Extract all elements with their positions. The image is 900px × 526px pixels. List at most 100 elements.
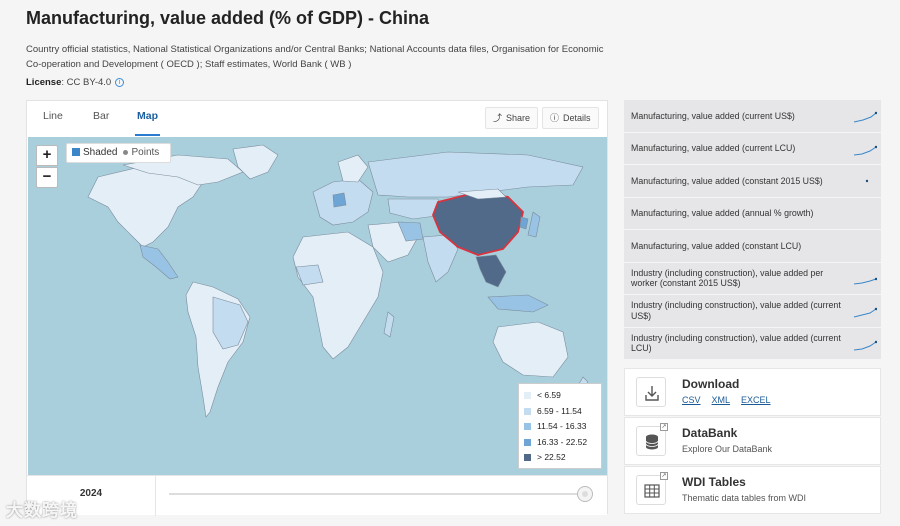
- wdi-tables-card[interactable]: ↗ WDI Tables Thematic data tables from W…: [624, 466, 881, 514]
- info-icon[interactable]: i: [115, 77, 125, 87]
- external-link-icon: ↗: [660, 423, 668, 431]
- country-germany: [332, 192, 347, 208]
- legend-swatch: [524, 407, 531, 415]
- related-indicator[interactable]: Manufacturing, value added (current US$): [624, 100, 881, 133]
- related-indicator[interactable]: Manufacturing, value added (constant LCU…: [624, 230, 881, 263]
- mode-shaded-option[interactable]: Shaded: [72, 144, 117, 162]
- page-title: Manufacturing, value added (% of GDP) - …: [26, 8, 430, 28]
- country-japan: [527, 211, 541, 238]
- related-indicator-label: Manufacturing, value added (annual % gro…: [631, 208, 814, 218]
- related-indicator[interactable]: Manufacturing, value added (constant 201…: [624, 165, 881, 198]
- sparkline-icon: [865, 179, 869, 183]
- shaded-icon: [72, 148, 80, 157]
- databank-subtitle: Explore Our DataBank: [682, 444, 773, 454]
- related-indicator-label: Manufacturing, value added (current US$): [631, 110, 795, 121]
- chart-panel: Line Bar Map ⤴ Share ⓘ Details + − Shade…: [26, 100, 608, 516]
- legend-row: > 22.52: [524, 450, 596, 466]
- tab-line[interactable]: Line: [41, 101, 65, 136]
- share-button[interactable]: ⤴ Share: [485, 107, 539, 129]
- sparkline-icon: [853, 307, 877, 318]
- related-indicator[interactable]: Industry (including construction), value…: [624, 327, 881, 360]
- legend-row: < 6.59: [524, 388, 596, 404]
- info-circle-icon: ⓘ: [550, 113, 560, 123]
- table-icon: ↗: [636, 472, 668, 505]
- download-icon: [636, 377, 666, 407]
- share-label: Share: [506, 113, 531, 123]
- legend-label: 11.54 - 16.33: [537, 421, 587, 431]
- country-mexico: [139, 244, 179, 280]
- mode-shaded-label: Shaded: [83, 147, 118, 158]
- country-southeast-asia: [475, 254, 507, 288]
- related-indicators-list: Manufacturing, value added (current US$)…: [624, 100, 881, 360]
- wdi-tables-title: WDI Tables: [682, 475, 746, 489]
- download-excel-link[interactable]: EXCEL: [741, 395, 771, 405]
- country-australia: [492, 321, 569, 378]
- map-legend: < 6.59 6.59 - 11.54 11.54 - 16.33 16.33 …: [518, 383, 602, 469]
- related-indicator-label: Manufacturing, value added (current LCU): [631, 143, 796, 153]
- related-indicator-label: Manufacturing, value added (constant 201…: [631, 175, 823, 186]
- legend-row: 16.33 - 22.52: [524, 435, 596, 451]
- zoom-out-button[interactable]: −: [36, 167, 58, 188]
- year-slider-track[interactable]: [169, 493, 585, 495]
- wdi-tables-subtitle: Thematic data tables from WDI: [682, 493, 807, 503]
- country-madagascar: [383, 311, 395, 338]
- mode-points-label: Points: [131, 147, 160, 158]
- legend-label: > 22.52: [537, 452, 566, 462]
- databank-card[interactable]: ↗ DataBank Explore Our DataBank: [624, 417, 881, 465]
- country-scandinavia: [337, 154, 369, 183]
- legend-row: 11.54 - 16.33: [524, 419, 596, 435]
- timeline-divider: [155, 476, 156, 516]
- sparkline-icon: [853, 340, 877, 350]
- download-xml-link[interactable]: XML: [712, 395, 731, 405]
- details-button[interactable]: ⓘ Details: [542, 107, 599, 129]
- country-greenland: [232, 144, 279, 180]
- external-link-icon: ↗: [660, 472, 668, 480]
- source-description: Country official statistics, National St…: [26, 44, 604, 70]
- year-timeline: 2024: [27, 475, 607, 516]
- license-label: License: [26, 77, 62, 88]
- sparkline-icon: [853, 111, 877, 123]
- databank-title: DataBank: [682, 426, 738, 440]
- year-slider-handle[interactable]: [577, 486, 593, 502]
- map-mode-toggle: Shaded Points: [66, 143, 172, 163]
- legend-label: 16.33 - 22.52: [537, 436, 588, 447]
- country-africa: [292, 231, 384, 360]
- related-indicator[interactable]: Industry (including construction), value…: [624, 295, 881, 328]
- license-line: License: CC BY-4.0 i: [26, 77, 125, 88]
- related-indicator-label: Industry (including construction), value…: [631, 300, 841, 321]
- tab-bar[interactable]: Bar: [91, 101, 111, 136]
- database-icon: ↗: [636, 423, 668, 456]
- country-west-africa: [295, 264, 324, 286]
- related-indicator[interactable]: Manufacturing, value added (annual % gro…: [624, 197, 881, 230]
- legend-swatch: [524, 438, 531, 446]
- legend-label: 6.59 - 11.54: [537, 405, 582, 416]
- related-indicator-label: Industry (including construction), value…: [631, 332, 841, 354]
- watermark: 大数跨境: [6, 501, 78, 520]
- sparkline-icon: [853, 145, 877, 155]
- mode-points-option[interactable]: Points: [123, 144, 159, 162]
- legend-row: 6.59 - 11.54: [524, 404, 596, 420]
- share-icon: ⤴: [493, 113, 503, 123]
- country-indonesia: [487, 294, 549, 313]
- legend-label: < 6.59: [537, 390, 561, 400]
- related-indicator-label: Industry (including construction), value…: [631, 267, 824, 289]
- sparkline-icon: [853, 277, 877, 284]
- country-korea: [519, 216, 529, 230]
- related-indicator-label: Manufacturing, value added (constant LCU…: [631, 240, 802, 251]
- world-map[interactable]: + − Shaded Points < 6.59 6.59 - 11.54 11.…: [28, 137, 607, 475]
- related-indicator[interactable]: Manufacturing, value added (current LCU): [624, 132, 881, 165]
- tab-map[interactable]: Map: [135, 101, 160, 136]
- points-icon: [123, 149, 129, 155]
- download-csv-link[interactable]: CSV: [682, 395, 701, 405]
- download-links: CSV XML EXCEL: [682, 395, 782, 405]
- download-card: Download CSV XML EXCEL: [624, 368, 881, 416]
- download-title: Download: [682, 377, 740, 391]
- legend-swatch: [524, 392, 531, 400]
- legend-swatch: [524, 454, 531, 462]
- chart-tabs: Line Bar Map ⤴ Share ⓘ Details: [27, 101, 607, 136]
- zoom-in-button[interactable]: +: [36, 145, 58, 166]
- country-russia: [367, 151, 584, 198]
- license-value: : CC BY-4.0: [61, 77, 112, 88]
- related-indicator[interactable]: Industry (including construction), value…: [624, 262, 881, 295]
- details-label: Details: [563, 113, 591, 123]
